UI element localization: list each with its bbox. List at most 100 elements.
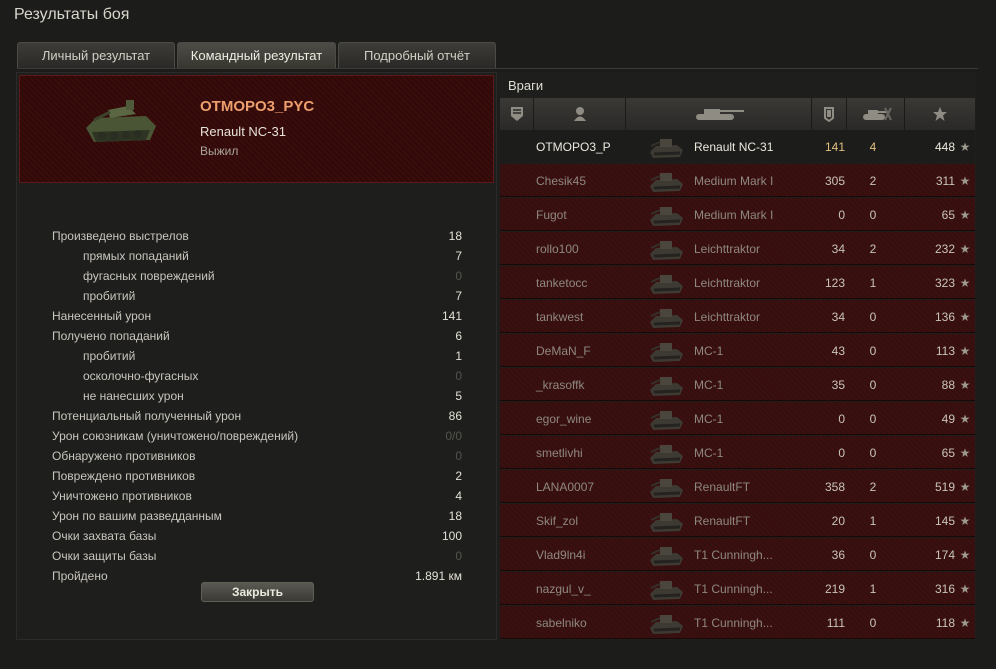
enemy-frags: 4 [869,139,877,154]
tab-detailed-report[interactable]: Подробный отчёт [338,42,496,68]
tab-bar: Личный результат Командный результат Под… [17,42,498,68]
enemy-frags: 0 [869,615,877,630]
enemy-row[interactable]: Vlad9ln4i T1 Cunningh... 36 0 174 ★ [500,538,975,571]
tab-team-result[interactable]: Командный результат [177,42,336,68]
stat-capture-points: Очки захвата базы 100 [52,529,462,543]
player-icon[interactable] [534,98,626,130]
enemy-tank-name: Leichttraktor [694,275,761,290]
enemy-player-name: tanketocc [536,275,588,290]
enemy-xp: 174 [934,547,955,562]
xp-star-icon: ★ [959,513,971,528]
stat-received-he: осколочно-фугасных 0 [83,369,462,383]
xp-star-icon: ★ [959,309,971,324]
enemy-tank-name: MC-1 [694,343,724,358]
xp-star-icon: ★ [959,615,971,630]
damage-icon[interactable] [812,98,847,130]
xp-star-icon[interactable] [905,98,975,130]
enemy-tank-name: T1 Cunningh... [694,581,773,596]
enemy-tank-icon [646,164,686,197]
enemy-row[interactable]: tankwest Leichttraktor 34 0 136 ★ [500,300,975,333]
stat-hits-received: Получено попаданий 6 [52,329,462,343]
enemy-frags: 2 [869,241,877,256]
xp-star-icon: ★ [959,173,971,188]
enemy-row[interactable]: nazgul_v_ T1 Cunningh... 219 1 316 ★ [500,572,975,605]
enemy-player-name: nazgul_v_ [536,581,591,596]
enemy-row[interactable]: DeMaN_F MC-1 43 0 113 ★ [500,334,975,367]
enemy-tank-icon [646,300,686,333]
enemy-frags: 0 [869,547,877,562]
enemy-tank-icon [646,130,686,163]
enemy-player-name: rollo100 [536,241,579,256]
enemy-xp: 448 [934,139,955,154]
enemy-tank-icon [646,538,686,571]
xp-star-icon: ★ [959,377,971,392]
enemy-player-name: Fugot [536,207,567,222]
enemy-player-name: _krasoffk [536,377,585,392]
enemies-title: Враги [508,78,544,93]
enemy-tank-icon [646,470,686,503]
xp-star-icon: ★ [959,139,971,154]
enemy-tank-icon [646,436,686,469]
xp-star-icon: ★ [959,207,971,222]
enemy-tank-icon [646,368,686,401]
frags-icon[interactable] [847,98,905,130]
enemy-row[interactable]: _krasoffk MC-1 35 0 88 ★ [500,368,975,401]
enemy-row[interactable]: egor_wine MC-1 0 0 49 ★ [500,402,975,435]
close-button[interactable]: Закрыть [201,582,314,602]
enemy-xp: 65 [941,207,955,222]
xp-star-icon: ★ [959,445,971,460]
enemy-row[interactable]: smetlivhi MC-1 0 0 65 ★ [500,436,975,469]
tank-portrait-icon [86,100,156,142]
stat-destroyed-enemies: Уничтожено противников 4 [52,489,462,503]
enemy-tank-name: T1 Cunningh... [694,615,773,630]
xp-star-icon: ★ [959,343,971,358]
stat-he-damage: фугасных повреждений 0 [83,269,462,283]
enemies-column-header [500,98,975,130]
enemy-xp: 136 [934,309,955,324]
xp-star-icon: ★ [959,479,971,494]
enemy-row[interactable]: rollo100 Leichttraktor 34 2 232 ★ [500,232,975,265]
stat-damaged-enemies: Повреждено противников 2 [52,469,462,483]
enemy-row[interactable]: Chesik45 Medium Mark I 305 2 311 ★ [500,164,975,197]
enemy-tank-icon [646,266,686,299]
enemy-damage: 34 [831,241,845,256]
xp-star-icon: ★ [959,411,971,426]
enemy-player-name: DeMaN_F [536,343,591,358]
enemy-row[interactable]: LANA0007 RenaultFT 358 2 519 ★ [500,470,975,503]
enemy-xp: 88 [941,377,955,392]
enemy-xp: 323 [934,275,955,290]
enemy-tank-name: Medium Mark I [694,173,774,188]
enemy-tank-name: Leichttraktor [694,241,761,256]
enemy-player-name: LANA0007 [536,479,595,494]
stat-penetrations: пробитий 7 [83,289,462,303]
tank-icon[interactable] [626,98,812,130]
enemy-damage: 219 [824,581,845,596]
enemy-row[interactable]: OTMOPO3_P Renault NC-31 141 4 448 ★ [500,130,975,163]
personal-panel: OTMOPO3_PYC Renault NC-31 Выжил Произвед… [16,72,497,640]
xp-star-icon: ★ [959,275,971,290]
enemy-tank-icon [646,572,686,605]
enemy-damage: 111 [826,615,845,630]
player-name: OTMOPO3_PYC [200,98,315,115]
enemy-tank-icon [646,606,686,639]
enemy-frags: 1 [869,513,877,528]
player-tank-name: Renault NC-31 [200,124,286,139]
squad-icon[interactable] [500,98,534,130]
enemy-tank-name: MC-1 [694,377,724,392]
enemy-xp: 311 [935,173,955,188]
enemy-row[interactable]: tanketocc Leichttraktor 123 1 323 ★ [500,266,975,299]
xp-star-icon: ★ [959,547,971,562]
enemy-frags: 0 [869,411,877,426]
enemy-frags: 2 [869,479,877,494]
enemy-tank-icon [646,232,686,265]
stat-shots-fired: Произведено выстрелов 18 [52,229,462,243]
enemy-row[interactable]: Skif_zol RenaultFT 20 1 145 ★ [500,504,975,537]
enemy-damage: 305 [824,173,845,188]
enemy-damage: 43 [831,343,845,358]
enemy-xp: 118 [935,615,955,630]
player-header: OTMOPO3_PYC Renault NC-31 Выжил [19,75,494,183]
stat-defense-points: Очки защиты базы 0 [52,549,462,563]
enemy-row[interactable]: Fugot Medium Mark I 0 0 65 ★ [500,198,975,231]
tab-personal-result[interactable]: Личный результат [17,42,175,68]
enemy-row[interactable]: sabelniko T1 Cunningh... 111 0 118 ★ [500,606,975,639]
